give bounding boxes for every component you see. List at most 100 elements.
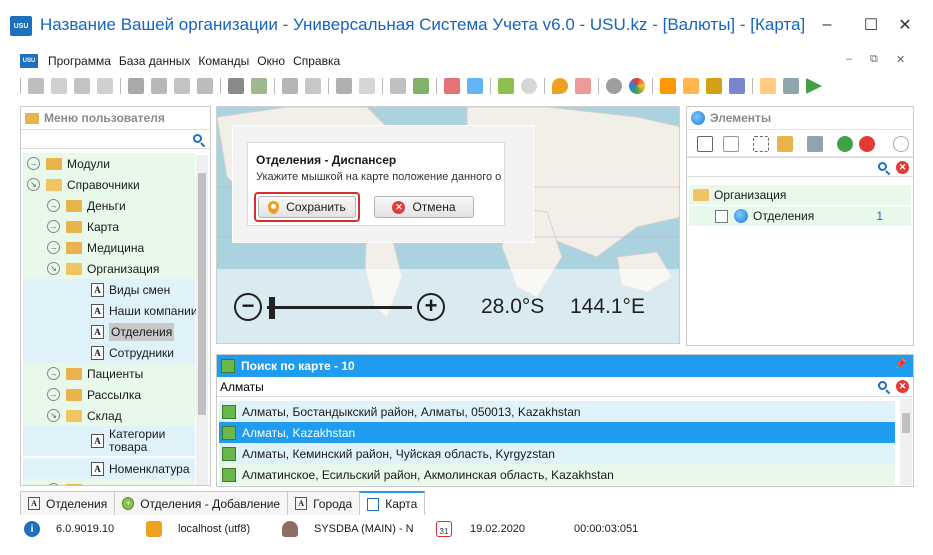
users-icon[interactable] xyxy=(683,78,699,94)
expand-icon[interactable]: → xyxy=(47,388,60,401)
report-icon[interactable] xyxy=(390,78,406,94)
expand-icon[interactable]: → xyxy=(47,220,60,233)
expand-icon[interactable]: → xyxy=(47,367,60,380)
cancel-button[interactable]: ✕ Отмена xyxy=(374,196,474,218)
flag-icon[interactable] xyxy=(228,78,244,94)
search-icon[interactable] xyxy=(877,161,891,176)
search-icon[interactable] xyxy=(192,133,206,148)
calendar-icon[interactable] xyxy=(575,78,591,94)
expand-icon[interactable] xyxy=(753,136,769,152)
refresh-icon[interactable] xyxy=(128,78,144,94)
zoom-in-button[interactable]: + xyxy=(417,293,445,321)
tree-item[interactable]: A Категории товара xyxy=(23,426,195,456)
tree-item[interactable]: A Виды смен xyxy=(23,279,195,300)
group-icon[interactable] xyxy=(305,78,321,94)
arrow-circle-icon[interactable] xyxy=(521,78,537,94)
refresh-icon[interactable] xyxy=(837,136,853,152)
window-close-icon[interactable] xyxy=(467,78,483,94)
collapse-icon[interactable]: ↘ xyxy=(27,178,40,191)
clear-search-icon[interactable]: ✕ xyxy=(896,380,909,393)
tree-icon[interactable] xyxy=(336,78,352,94)
collapse-icon[interactable]: ↘ xyxy=(47,262,60,275)
tab-map[interactable]: Карта xyxy=(359,491,426,515)
tree-item[interactable]: → Модули xyxy=(23,153,195,174)
print-icon[interactable] xyxy=(783,78,799,94)
excel-icon[interactable] xyxy=(413,78,429,94)
tree-scrollbar[interactable] xyxy=(196,155,208,485)
scrollbar-thumb[interactable] xyxy=(198,173,206,415)
tree-item[interactable]: A Отделения xyxy=(23,321,195,342)
color-wheel-icon[interactable] xyxy=(629,78,645,94)
search-result-row[interactable]: Алматы, Кеминский район, Чуйская область… xyxy=(219,443,895,464)
menu-commands[interactable]: Команды xyxy=(194,54,253,68)
tab-departments[interactable]: A Отделения xyxy=(20,491,116,515)
tree-item[interactable]: A Номенклатура xyxy=(23,458,195,479)
clear-search-icon[interactable]: ✕ xyxy=(896,161,909,174)
expand-icon[interactable]: → xyxy=(27,157,40,170)
exit-icon[interactable] xyxy=(498,78,514,94)
elements-child-row[interactable]: Отделения 1 xyxy=(689,206,911,226)
play-icon[interactable] xyxy=(806,78,822,94)
menu-database[interactable]: База данных xyxy=(115,54,194,68)
menu-window[interactable]: Окно xyxy=(253,54,289,68)
scrollbar-thumb[interactable] xyxy=(902,413,910,433)
tools-icon[interactable] xyxy=(729,78,745,94)
collapse-icon[interactable]: ↘ xyxy=(47,409,60,422)
map-pin-icon[interactable] xyxy=(552,78,568,94)
tree-item[interactable]: ↘ Организация xyxy=(23,258,195,279)
filter-clear-icon[interactable] xyxy=(197,78,213,94)
tree-item[interactable]: A Сотрудники xyxy=(23,342,195,363)
menu-program[interactable]: Программа xyxy=(44,54,115,68)
elements-root-row[interactable]: Организация xyxy=(689,185,911,205)
delete-icon[interactable] xyxy=(97,78,113,94)
lock-icon[interactable] xyxy=(706,78,722,94)
user-menu-search[interactable] xyxy=(21,129,210,149)
tree-item[interactable]: → Карта xyxy=(23,216,195,237)
note-icon[interactable] xyxy=(359,78,375,94)
tree-item[interactable]: ↘ Склад xyxy=(23,405,195,426)
tree-item[interactable]: → Спецпредложения xyxy=(23,479,195,485)
copy-icon[interactable] xyxy=(51,78,67,94)
edit-icon[interactable] xyxy=(74,78,90,94)
tab-cities[interactable]: A Города xyxy=(287,491,361,515)
image-icon[interactable] xyxy=(251,78,267,94)
search-tool-icon[interactable] xyxy=(151,78,167,94)
zoom-slider-thumb[interactable] xyxy=(269,297,275,319)
map-search-input[interactable] xyxy=(220,379,870,395)
search-icon[interactable] xyxy=(877,380,891,395)
filter-icon[interactable] xyxy=(174,78,190,94)
save-button[interactable]: Сохранить xyxy=(258,196,356,218)
tab-departments-add[interactable]: + Отделения - Добавление xyxy=(114,491,289,515)
element-checkbox[interactable] xyxy=(715,209,728,223)
tree-item[interactable]: → Пациенты xyxy=(23,363,195,384)
stop-icon[interactable] xyxy=(859,136,875,152)
mdi-restore-button[interactable]: ⧉ xyxy=(870,53,878,66)
results-scrollbar[interactable] xyxy=(900,399,912,485)
expand-icon[interactable]: → xyxy=(47,199,60,212)
search-result-row[interactable]: Алматы, Бостандыкский район, Алматы, 050… xyxy=(219,401,895,422)
rss-icon[interactable] xyxy=(660,78,676,94)
elements-search[interactable]: ✕ xyxy=(687,157,913,177)
maximize-button[interactable]: ☐ xyxy=(856,12,886,38)
print-icon[interactable] xyxy=(807,136,823,152)
tree-item[interactable]: → Медицина xyxy=(23,237,195,258)
minimize-button[interactable]: – xyxy=(812,12,842,38)
mdi-minimize-button[interactable]: – xyxy=(846,53,852,65)
tree-item[interactable]: → Деньги xyxy=(23,195,195,216)
expand-icon[interactable]: → xyxy=(47,241,60,254)
table-icon[interactable] xyxy=(760,78,776,94)
pin-icon[interactable]: 📌 xyxy=(895,359,907,370)
arrow-circle-icon[interactable] xyxy=(893,136,909,152)
window-add-icon[interactable] xyxy=(444,78,460,94)
search-result-row[interactable]: Алматинское, Есильский район, Акмолинска… xyxy=(219,464,895,485)
folder-open-icon[interactable] xyxy=(777,136,793,152)
new-record-icon[interactable] xyxy=(28,78,44,94)
close-button[interactable]: ✕ xyxy=(890,12,920,38)
zoom-slider-track[interactable] xyxy=(267,306,412,309)
menu-help[interactable]: Справка xyxy=(289,54,344,68)
tree-item[interactable]: ↘ Справочники xyxy=(23,174,195,195)
gear-icon[interactable] xyxy=(606,78,622,94)
columns-icon[interactable] xyxy=(282,78,298,94)
tree-item[interactable]: → Рассылка xyxy=(23,384,195,405)
expand-icon[interactable]: → xyxy=(47,483,60,485)
